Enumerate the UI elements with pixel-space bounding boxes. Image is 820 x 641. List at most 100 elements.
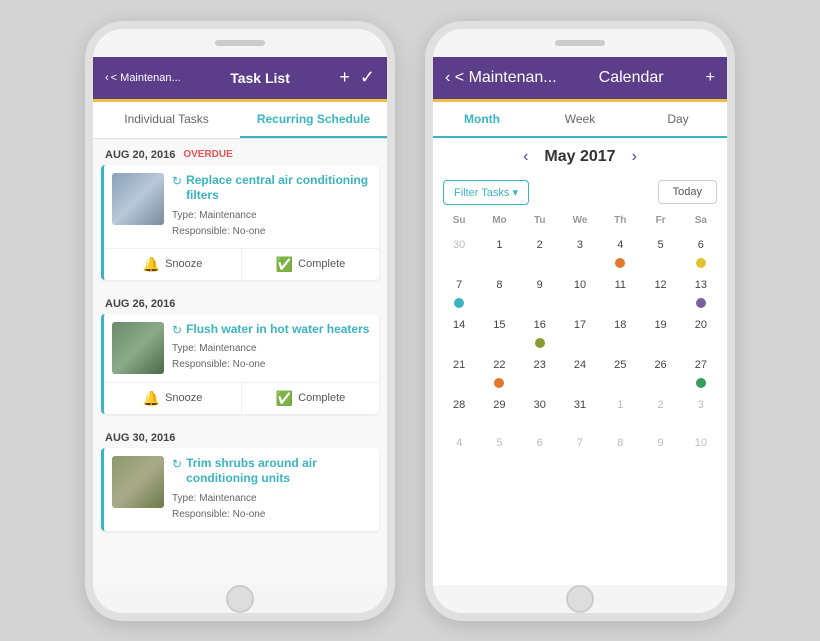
cal-grid: Su Mo Tu We Th Fr Sa 30 1 2 3 4 xyxy=(433,213,727,468)
cal-day-25[interactable]: 25 xyxy=(600,352,640,390)
cal-month-nav: ‹ May 2017 › xyxy=(433,138,727,176)
cal-day-5[interactable]: 5 xyxy=(640,232,680,270)
cal-day-17[interactable]: 17 xyxy=(560,312,600,350)
cal-day-1[interactable]: 1 xyxy=(479,232,519,270)
cal-back-icon: ‹ xyxy=(445,69,450,86)
cal-day-18[interactable]: 18 xyxy=(600,312,640,350)
cal-next-arrow[interactable]: › xyxy=(632,148,637,166)
cal-day-28[interactable]: 28 xyxy=(439,392,479,428)
today-button[interactable]: Today xyxy=(658,180,717,204)
phone-2-screen: ‹ < Maintenan... Calendar + Month Week D… xyxy=(433,57,727,585)
cal-day-11[interactable]: 11 xyxy=(600,272,640,310)
cal-day-10-next[interactable]: 10 xyxy=(681,430,721,466)
cal-day-22[interactable]: 22 xyxy=(479,352,519,390)
task-date-header-3: AUG 30, 2016 xyxy=(93,422,387,448)
phone-2-home-button[interactable] xyxy=(566,585,594,613)
cal-week-2: 7 8 9 10 11 12 13 xyxy=(439,272,721,310)
snooze-btn-1[interactable]: 🔔 Snooze xyxy=(104,249,242,280)
phone-1-home-button[interactable] xyxy=(226,585,254,613)
cal-day-30-prev[interactable]: 30 xyxy=(439,232,479,270)
cal-day-4[interactable]: 4 xyxy=(600,232,640,270)
cal-day-27[interactable]: 27 xyxy=(681,352,721,390)
cal-week-3: 14 15 16 17 18 19 20 xyxy=(439,312,721,350)
complete-icon-2: ✅ xyxy=(276,390,293,407)
cal-day-30[interactable]: 30 xyxy=(520,392,560,428)
cal-day-16[interactable]: 16 xyxy=(520,312,560,350)
recurring-icon-2: ↻ xyxy=(172,323,182,337)
tab-recurring-schedule[interactable]: Recurring Schedule xyxy=(240,102,387,138)
task-title-2[interactable]: Flush water in hot water heaters xyxy=(186,322,369,338)
cal-day-9-next[interactable]: 9 xyxy=(640,430,680,466)
task-title-row-3: ↻ Trim shrubs around air conditioning un… xyxy=(172,456,371,487)
back-label: < Maintenan... xyxy=(111,72,181,84)
cal-day-12[interactable]: 12 xyxy=(640,272,680,310)
task-thumb-2 xyxy=(112,322,164,374)
task-thumb-1 xyxy=(112,173,164,225)
cal-day-23[interactable]: 23 xyxy=(520,352,560,390)
task-title-3[interactable]: Trim shrubs around air conditioning unit… xyxy=(186,456,371,487)
cal-day-31[interactable]: 31 xyxy=(560,392,600,428)
cal-filter-row: Filter Tasks ▾ Today xyxy=(433,176,727,213)
cal-week-5: 28 29 30 31 1 2 3 xyxy=(439,392,721,428)
check-button[interactable]: ✓ xyxy=(360,67,375,88)
cal-day-6-next[interactable]: 6 xyxy=(520,430,560,466)
phone-1-screen: ‹ < Maintenan... Task List + ✓ Individua… xyxy=(93,57,387,585)
add-task-button[interactable]: + xyxy=(339,67,350,88)
phone-1-header-actions: + ✓ xyxy=(339,67,375,88)
cal-add-button[interactable]: + xyxy=(706,69,715,86)
snooze-icon-1: 🔔 xyxy=(143,256,160,273)
cal-day-20[interactable]: 20 xyxy=(681,312,721,350)
cal-prev-arrow[interactable]: ‹ xyxy=(523,148,528,166)
cal-day-9[interactable]: 9 xyxy=(520,272,560,310)
complete-btn-2[interactable]: ✅ Complete xyxy=(242,383,379,414)
cal-day-3[interactable]: 3 xyxy=(560,232,600,270)
cal-back-label: < Maintenan... xyxy=(455,69,557,86)
task-title-1[interactable]: Replace central air conditioning filters xyxy=(186,173,371,204)
task-actions-1: 🔔 Snooze ✅ Complete xyxy=(104,248,379,280)
cal-day-26[interactable]: 26 xyxy=(640,352,680,390)
cal-day-13[interactable]: 13 xyxy=(681,272,721,310)
cal-day-2-next[interactable]: 2 xyxy=(640,392,680,428)
phone-2-header-title: Calendar xyxy=(599,69,664,87)
cal-day-14[interactable]: 14 xyxy=(439,312,479,350)
cal-tab-month[interactable]: Month xyxy=(433,102,531,138)
cal-day-29[interactable]: 29 xyxy=(479,392,519,428)
cal-day-15[interactable]: 15 xyxy=(479,312,519,350)
phone-2-cal-header: ‹ < Maintenan... Calendar + xyxy=(433,57,727,99)
cal-day-4-next[interactable]: 4 xyxy=(439,430,479,466)
cal-tab-week[interactable]: Week xyxy=(531,102,629,136)
phone-2-top-bar xyxy=(433,29,727,57)
phone-2-back-btn[interactable]: ‹ < Maintenan... xyxy=(445,69,557,87)
cal-tab-day[interactable]: Day xyxy=(629,102,727,136)
filter-tasks-button[interactable]: Filter Tasks ▾ xyxy=(443,180,529,205)
cal-day-6[interactable]: 6 xyxy=(681,232,721,270)
cal-day-7-next[interactable]: 7 xyxy=(560,430,600,466)
cal-day-19[interactable]: 19 xyxy=(640,312,680,350)
phone-1: ‹ < Maintenan... Task List + ✓ Individua… xyxy=(85,21,395,621)
cal-day-24[interactable]: 24 xyxy=(560,352,600,390)
task-date-header-2: AUG 26, 2016 xyxy=(93,288,387,314)
task-card-3-inner: ↻ Trim shrubs around air conditioning un… xyxy=(104,448,379,531)
cal-day-10[interactable]: 10 xyxy=(560,272,600,310)
cal-day-21[interactable]: 21 xyxy=(439,352,479,390)
cal-day-7[interactable]: 7 xyxy=(439,272,479,310)
phone-1-speaker xyxy=(215,40,265,46)
screenshot-bg: ‹ < Maintenan... Task List + ✓ Individua… xyxy=(0,0,820,641)
snooze-icon-2: 🔔 xyxy=(143,390,160,407)
cal-day-5-next[interactable]: 5 xyxy=(479,430,519,466)
task-card-1-inner: ↻ Replace central air conditioning filte… xyxy=(104,165,379,248)
cal-month-title: May 2017 xyxy=(544,148,615,166)
cal-day-8[interactable]: 8 xyxy=(479,272,519,310)
cal-day-8-next[interactable]: 8 xyxy=(600,430,640,466)
tab-individual-tasks[interactable]: Individual Tasks xyxy=(93,102,240,138)
cal-day-1-next[interactable]: 1 xyxy=(600,392,640,428)
snooze-btn-2[interactable]: 🔔 Snooze xyxy=(104,383,242,414)
phone-1-back-btn[interactable]: ‹ < Maintenan... xyxy=(105,72,181,84)
cal-dow-fr: Fr xyxy=(640,213,680,228)
cal-dow-su: Su xyxy=(439,213,479,228)
cal-day-3-next[interactable]: 3 xyxy=(681,392,721,428)
task-card-2: ↻ Flush water in hot water heaters Type:… xyxy=(101,314,379,414)
task-title-row-2: ↻ Flush water in hot water heaters xyxy=(172,322,371,338)
cal-day-2[interactable]: 2 xyxy=(520,232,560,270)
complete-btn-1[interactable]: ✅ Complete xyxy=(242,249,379,280)
